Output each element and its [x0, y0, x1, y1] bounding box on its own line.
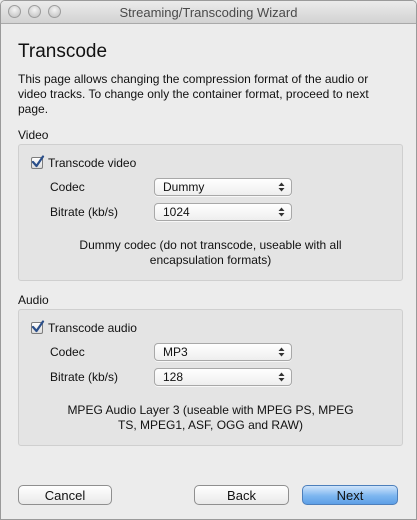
- video-bitrate-value: 1024: [163, 205, 190, 219]
- up-down-arrows-icon: [278, 182, 285, 192]
- video-group: Transcode video Codec Dummy Bitrate (kb/…: [18, 144, 403, 281]
- video-codec-label: Codec: [50, 180, 85, 194]
- video-codec-info: Dummy codec (do not transcode, useable w…: [79, 238, 342, 267]
- transcode-audio-label: Transcode audio: [48, 321, 137, 335]
- audio-codec-label: Codec: [50, 345, 85, 359]
- audio-bitrate-label: Bitrate (kb/s): [50, 370, 119, 384]
- next-button[interactable]: Next: [302, 485, 398, 505]
- transcode-audio-checkbox-row[interactable]: Transcode audio: [31, 320, 137, 335]
- checkmark-icon: [31, 320, 45, 333]
- transcode-audio-checkbox[interactable]: [31, 320, 45, 334]
- audio-codec-select[interactable]: MP3: [154, 343, 292, 361]
- audio-section-label: Audio: [18, 293, 49, 307]
- transcode-video-label: Transcode video: [48, 156, 137, 170]
- up-down-arrows-icon: [278, 347, 285, 357]
- up-down-arrows-icon: [278, 207, 285, 217]
- audio-codec-value: MP3: [163, 345, 188, 359]
- window-title: Streaming/Transcoding Wizard: [119, 5, 298, 20]
- page-description: This page allows changing the compressio…: [18, 72, 369, 116]
- back-button[interactable]: Back: [194, 485, 289, 505]
- checkmark-icon: [31, 155, 45, 168]
- video-bitrate-label: Bitrate (kb/s): [50, 205, 119, 219]
- wizard-window: Streaming/Transcoding Wizard Transcode T…: [0, 0, 417, 520]
- audio-bitrate-select[interactable]: 128: [154, 368, 292, 386]
- video-codec-value: Dummy: [163, 180, 205, 194]
- transcode-video-checkbox-row[interactable]: Transcode video: [31, 155, 137, 170]
- video-section-label: Video: [18, 128, 49, 142]
- video-bitrate-select[interactable]: 1024: [154, 203, 292, 221]
- audio-bitrate-value: 128: [163, 370, 184, 384]
- audio-codec-info: MPEG Audio Layer 3 (useable with MPEG PS…: [67, 403, 354, 432]
- page-title: Transcode: [18, 41, 108, 62]
- title-bar: Streaming/Transcoding Wizard: [1, 1, 416, 24]
- audio-group: Transcode audio Codec MP3 Bitrate (kb/s)…: [18, 309, 403, 446]
- cancel-button[interactable]: Cancel: [18, 485, 112, 505]
- up-down-arrows-icon: [278, 372, 285, 382]
- video-codec-select[interactable]: Dummy: [154, 178, 292, 196]
- transcode-video-checkbox[interactable]: [31, 155, 45, 169]
